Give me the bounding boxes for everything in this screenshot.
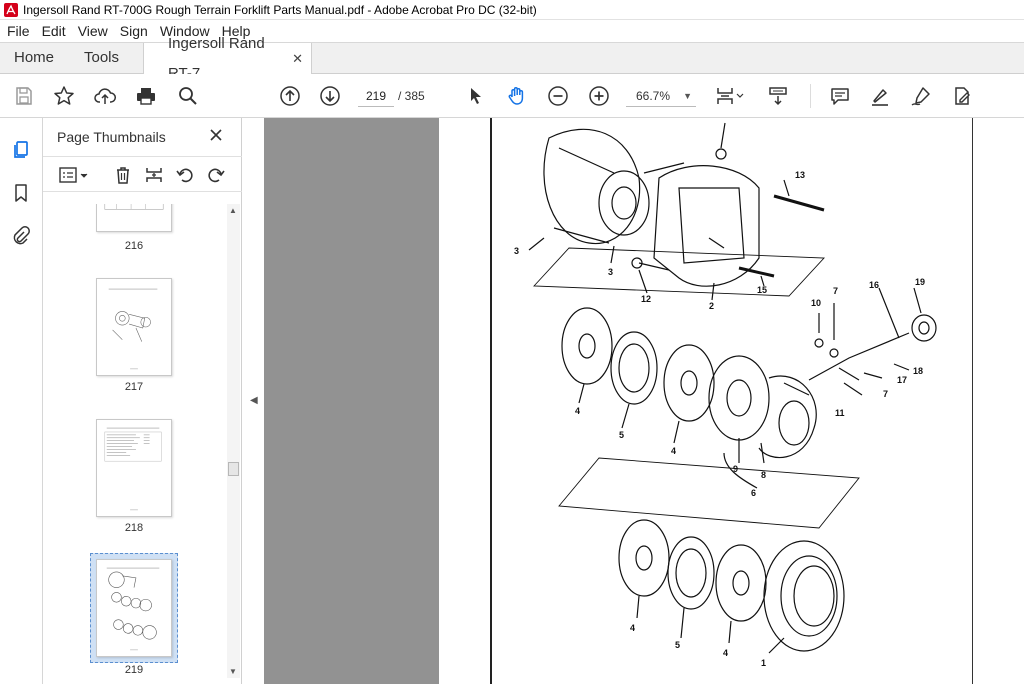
- callout-label: 3: [608, 267, 614, 277]
- menu-file[interactable]: File: [0, 20, 35, 42]
- rotate-counterclockwise-icon[interactable]: [174, 164, 196, 186]
- print-icon[interactable]: [134, 84, 158, 108]
- callout-label: 3: [514, 246, 520, 256]
- pdf-page: 3 3 12 2 15 13 4 5 4 10 7 16 19 18 17 7 …: [439, 118, 1024, 684]
- callout-label: 7: [833, 286, 839, 296]
- acrobat-app-icon: [4, 2, 18, 17]
- highlight-pen-icon[interactable]: [868, 84, 892, 108]
- callout-label: 5: [619, 430, 625, 440]
- scrollbar-thumb[interactable]: [228, 462, 239, 476]
- save-icon[interactable]: [12, 84, 36, 108]
- callout-label: 6: [751, 488, 757, 498]
- callout-label: 16: [869, 280, 880, 290]
- delete-page-icon[interactable]: [112, 164, 134, 186]
- comment-icon[interactable]: [828, 84, 852, 108]
- bookmark-star-icon[interactable]: [52, 84, 76, 108]
- hand-tool-icon[interactable]: [505, 84, 529, 108]
- zoom-level-value: 66.7%: [636, 88, 671, 103]
- close-tab-icon[interactable]: ✕: [292, 44, 303, 74]
- panel-title: Page Thumbnails: [57, 129, 166, 145]
- page-number-input[interactable]: [358, 85, 394, 107]
- callout-label: 11: [835, 408, 845, 418]
- prev-page-icon[interactable]: [278, 84, 302, 108]
- page-thumbnails-panel: Page Thumbnails 216 217 218 219 ▲ ▼: [43, 118, 242, 684]
- thumbnail-label: 217: [124, 381, 144, 393]
- menu-sign[interactable]: Sign: [113, 20, 153, 42]
- zoom-level-select[interactable]: 66.7% ▼: [626, 85, 696, 107]
- callout-label: 13: [795, 170, 806, 180]
- callout-label: 17: [897, 375, 908, 385]
- callout-label: 2: [709, 301, 715, 311]
- callout-label: 4: [723, 648, 729, 658]
- callout-label: 15: [757, 285, 768, 295]
- callout-label: 7: [883, 389, 889, 399]
- zoom-in-icon[interactable]: [587, 84, 611, 108]
- next-page-icon[interactable]: [318, 84, 342, 108]
- tab-bar: Home Tools Ingersoll Rand RT-7... ✕: [0, 35, 1024, 82]
- collapse-panel-arrow-icon[interactable]: ◀: [250, 395, 258, 406]
- rotate-clockwise-icon[interactable]: [205, 164, 227, 186]
- scroll-down-arrow-icon[interactable]: ▼: [229, 667, 237, 676]
- bookmarks-icon[interactable]: [9, 181, 33, 205]
- callout-label: 10: [811, 298, 822, 308]
- thumbnail-scrollbar[interactable]: ▲ ▼: [227, 204, 240, 678]
- window-title: Ingersoll Rand RT-700G Rough Terrain For…: [23, 2, 537, 17]
- attachments-icon[interactable]: [9, 224, 33, 248]
- thumbnail-label: 216: [124, 240, 144, 252]
- callout-label: 8: [761, 470, 767, 480]
- search-zoom-icon[interactable]: [176, 84, 200, 108]
- title-bar: Ingersoll Rand RT-700G Rough Terrain For…: [0, 0, 1024, 20]
- callout-label: 9: [733, 464, 739, 474]
- thumbnail-options-icon[interactable]: [57, 164, 91, 186]
- thumbnail-page-217[interactable]: [96, 278, 172, 376]
- document-viewport[interactable]: 3 3 12 2 15 13 4 5 4 10 7 16 19 18 17 7 …: [264, 118, 1024, 684]
- select-cursor-icon[interactable]: [464, 84, 488, 108]
- tab-home[interactable]: Home: [0, 43, 70, 74]
- callout-label: 18: [913, 366, 924, 376]
- tab-tools[interactable]: Tools: [70, 43, 144, 74]
- callout-label: 4: [671, 446, 677, 456]
- thumbnail-page-219[interactable]: [96, 559, 172, 657]
- thumbnail-label: 218: [124, 522, 144, 534]
- menu-view[interactable]: View: [71, 20, 113, 42]
- menu-bar: File Edit View Sign Window Help: [0, 20, 1024, 42]
- page-total: / 385: [398, 89, 425, 103]
- scroll-mode-icon[interactable]: [766, 84, 790, 108]
- callout-label: 5: [675, 640, 681, 650]
- toolbar-divider: [810, 84, 811, 108]
- sign-pen-icon[interactable]: [909, 84, 933, 108]
- page-fit-icon[interactable]: [714, 84, 746, 108]
- zoom-out-icon[interactable]: [546, 84, 570, 108]
- close-panel-icon[interactable]: [207, 126, 225, 144]
- callout-label: 12: [641, 294, 652, 304]
- page-thumbnails-icon[interactable]: [9, 138, 33, 162]
- navigation-rail: [0, 118, 43, 684]
- panel-splitter[interactable]: ◀: [242, 118, 264, 684]
- insert-page-icon[interactable]: [143, 164, 165, 186]
- callout-label: 19: [915, 277, 926, 287]
- thumbnail-label-selected: 219: [124, 664, 144, 676]
- tab-document[interactable]: Ingersoll Rand RT-7... ✕: [144, 35, 312, 82]
- chevron-down-icon: ▼: [683, 90, 692, 101]
- thumbnail-page-216[interactable]: [96, 204, 172, 232]
- menu-edit[interactable]: Edit: [35, 20, 71, 42]
- edit-pdf-icon[interactable]: [950, 84, 974, 108]
- scroll-up-arrow-icon[interactable]: ▲: [229, 206, 237, 215]
- callout-label: 4: [575, 406, 581, 416]
- upload-cloud-icon[interactable]: [93, 84, 117, 108]
- thumbnail-toolbar: [43, 156, 242, 192]
- exploded-parts-diagram: [528, 122, 937, 654]
- callout-label: 4: [630, 623, 636, 633]
- callout-label: 1: [761, 658, 767, 668]
- thumbnail-page-218[interactable]: [96, 419, 172, 517]
- thumbnail-list: 216 217 218 219: [43, 204, 227, 678]
- main-toolbar: / 385 66.7% ▼: [0, 74, 1024, 118]
